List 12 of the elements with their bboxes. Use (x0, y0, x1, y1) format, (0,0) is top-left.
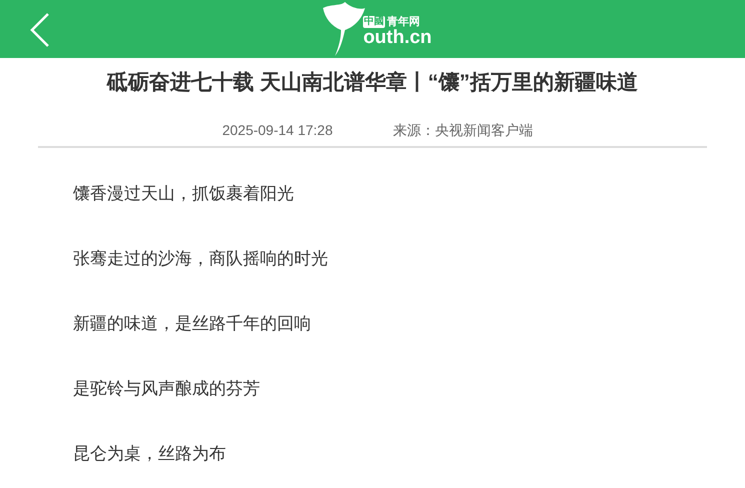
article-paragraph: 新疆的味道，是丝路千年的回响 (73, 313, 312, 335)
article-paragraph: 是驼铃与风声酿成的芬芳 (73, 378, 261, 400)
logo-name: 青年网 (387, 16, 420, 28)
publish-date: 2025-09-14 17:28 (222, 121, 333, 140)
article-paragraph: 馕香漫过天山，抓饭裹着阳光 (73, 183, 295, 205)
article-source: 来源：央视新闻客户端 (392, 121, 533, 140)
article-paragraph: 张骞走过的沙海，商队摇响的时光 (73, 248, 329, 270)
back-icon[interactable] (28, 12, 52, 48)
logo-domain: outh.cn (363, 28, 432, 48)
article-title: 砥砺奋进七十载 天山南北谱华章丨“馕”括万里的新疆味道 (106, 70, 639, 96)
article-paragraph: 昆仑为桌，丝路为布 (73, 443, 227, 465)
logo-badge: 中國 (363, 16, 386, 28)
